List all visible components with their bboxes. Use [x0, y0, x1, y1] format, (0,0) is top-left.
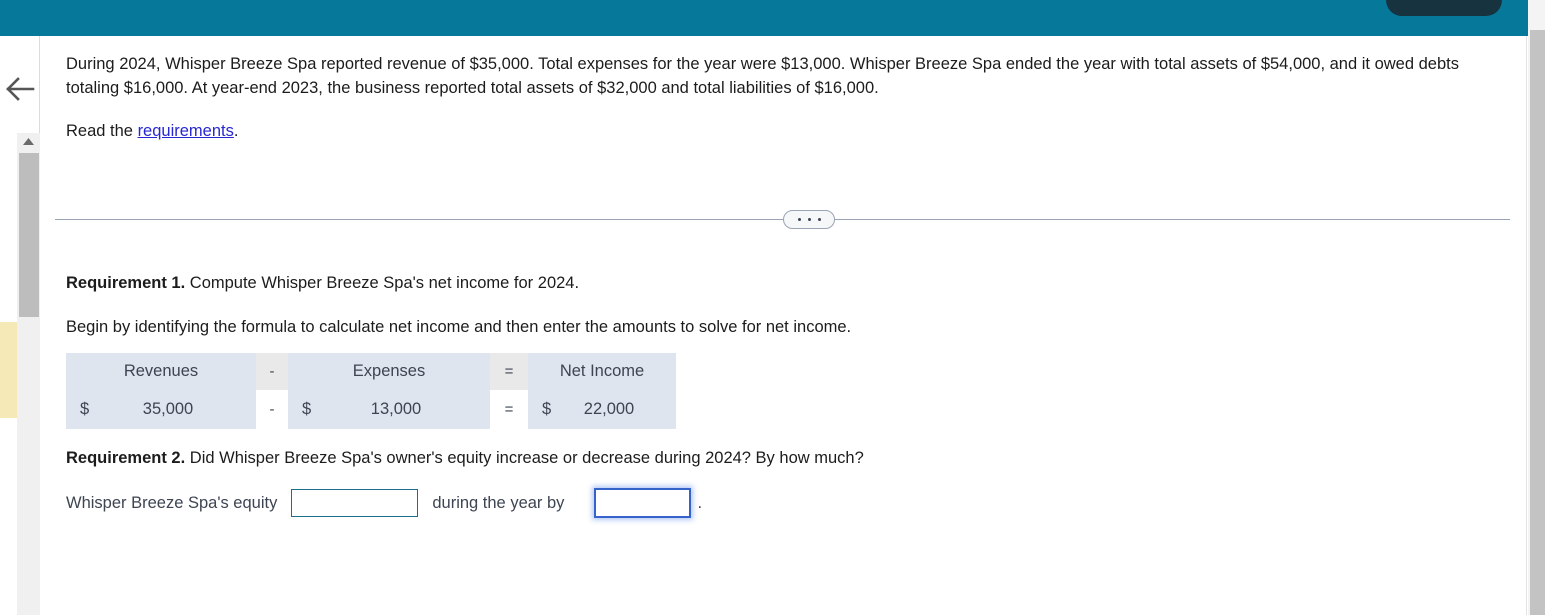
problem-statement: During 2024, Whisper Breeze Spa reported… — [66, 55, 1459, 97]
revenues-amount: 35,000 — [142, 400, 194, 418]
requirement-2-answer-row: Whisper Breeze Spa's equity during the y… — [66, 488, 702, 518]
requirement-2-heading: Requirement 2. Did Whisper Breeze Spa's … — [66, 449, 864, 468]
table-value-row: $ 35,000 - $ 13,000 = $ 22,000 — [66, 390, 676, 429]
requirement-1-prompt: Compute Whisper Breeze Spa's net income … — [185, 274, 580, 292]
expenses-amount: 13,000 — [370, 400, 422, 418]
requirement-1-instruction: Begin by identifying the formula to calc… — [66, 318, 852, 336]
top-pill-button[interactable] — [1386, 0, 1502, 16]
cell-expenses-value[interactable]: $ 13,000 — [288, 390, 490, 429]
ellipsis-dot — [807, 218, 811, 221]
requirement-2-label: Requirement 2. — [66, 449, 186, 467]
ellipsis-expand-button[interactable] — [783, 210, 835, 229]
operator-minus: - — [256, 390, 288, 429]
requirement-1-label: Requirement 1. — [66, 274, 186, 292]
answer-suffix-period: . — [697, 493, 703, 512]
table-header-row: Revenues - Expenses = Net Income — [66, 353, 676, 390]
net-income-amount: 22,000 — [583, 400, 635, 418]
expenses-currency-symbol: $ — [302, 400, 312, 418]
read-suffix: . — [233, 122, 239, 140]
answer-prefix-label: Whisper Breeze Spa's equity — [66, 493, 278, 512]
equity-direction-input[interactable] — [291, 489, 419, 517]
net-income-formula-table: Revenues - Expenses = Net Income $ 35,00… — [66, 353, 676, 429]
requirement-2-prompt: Did Whisper Breeze Spa's owner's equity … — [185, 449, 864, 467]
equity-amount-input[interactable] — [594, 488, 692, 518]
header-operator-equals: = — [490, 353, 528, 390]
ellipsis-dot — [797, 218, 801, 221]
cell-net-income-value[interactable]: $ 22,000 — [528, 390, 676, 429]
read-prefix: Read the — [66, 122, 138, 140]
requirements-link[interactable]: requirements — [138, 122, 234, 140]
content-panel: During 2024, Whisper Breeze Spa reported… — [41, 36, 1526, 615]
highlight-marker — [0, 322, 17, 418]
net-income-currency-symbol: $ — [542, 400, 552, 418]
cell-revenues-value[interactable]: $ 35,000 — [66, 390, 256, 429]
top-bar — [0, 0, 1545, 36]
header-revenues: Revenues — [66, 353, 256, 390]
revenues-currency-symbol: $ — [80, 400, 90, 418]
header-expenses: Expenses — [288, 353, 490, 390]
section-divider — [55, 210, 1510, 230]
read-requirements-line: Read the requirements. — [66, 119, 238, 143]
answer-middle-label: during the year by — [432, 493, 565, 512]
ellipsis-dot — [817, 218, 821, 221]
content-right-border — [1526, 36, 1527, 615]
requirement-1-heading: Requirement 1. Compute Whisper Breeze Sp… — [66, 274, 579, 293]
back-arrow-icon[interactable] — [0, 66, 40, 112]
right-scrollbar-thumb[interactable] — [1530, 30, 1545, 615]
left-scrollbar-thumb[interactable] — [19, 153, 39, 317]
header-operator-minus: - — [256, 353, 288, 390]
header-net-income: Net Income — [528, 353, 676, 390]
operator-equals: = — [490, 390, 528, 429]
left-scrollbar[interactable] — [17, 133, 40, 615]
scroll-up-arrow-icon[interactable] — [17, 133, 40, 150]
